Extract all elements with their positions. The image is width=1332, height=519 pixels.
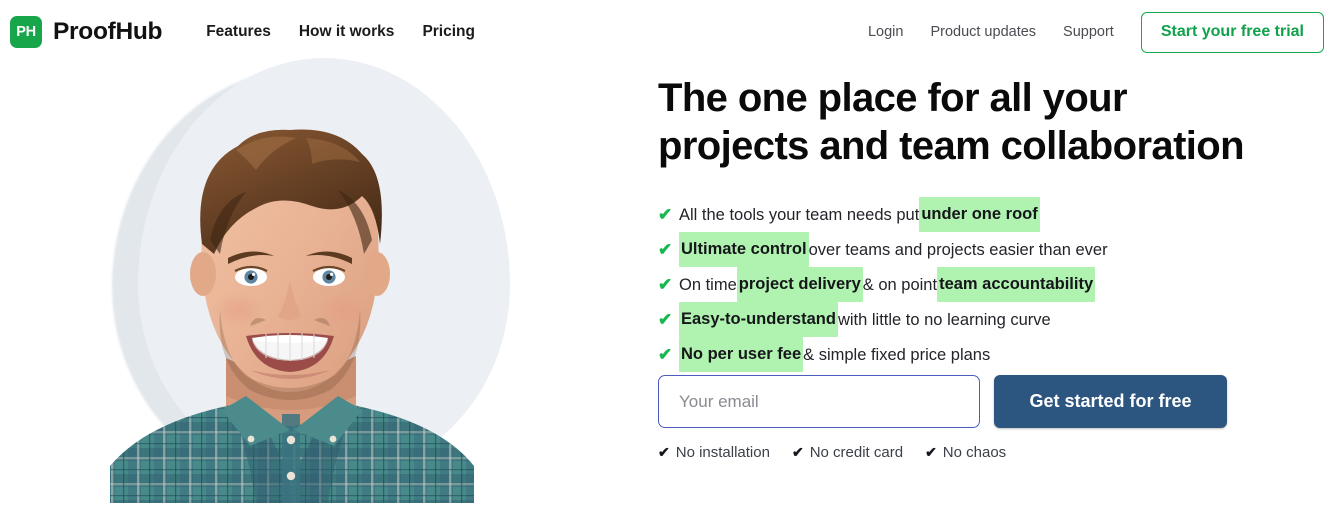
page-title: The one place for all your projects and …: [658, 74, 1283, 170]
get-started-button[interactable]: Get started for free: [994, 375, 1227, 428]
brand-logo[interactable]: PH ProofHub: [10, 16, 163, 48]
benefit-item: ✔ On time project delivery & on point te…: [658, 267, 1298, 302]
nav-item-login[interactable]: Login: [868, 24, 903, 40]
landing-page: PH ProofHub Features How it works Pricin…: [0, 0, 1332, 519]
headline-line-2: projects and team collaboration: [658, 124, 1245, 168]
start-free-trial-button[interactable]: Start your free trial: [1140, 11, 1324, 53]
nav-item-features[interactable]: Features: [206, 23, 271, 41]
brand-wordmark: ProofHub: [53, 18, 163, 45]
nav-item-how-it-works[interactable]: How it works: [299, 23, 395, 41]
check-icon: ✔: [658, 239, 673, 259]
headline-line-1: The one place for all your: [658, 76, 1128, 120]
benefit-item: ✔ All the tools your team needs put unde…: [658, 197, 1298, 232]
primary-navigation: Features How it works Pricing: [206, 23, 475, 41]
benefit-item: ✔ Easy-to-understand with little to no l…: [658, 302, 1298, 337]
assurance-label: No chaos: [942, 444, 1007, 461]
person-illustration: [110, 129, 474, 503]
benefits-list: ✔ All the tools your team needs put unde…: [658, 197, 1298, 372]
proofhub-logo-icon: PH: [10, 16, 42, 48]
check-icon: ✔: [658, 309, 673, 329]
benefit-text-pre: All the tools your team needs put: [679, 205, 920, 224]
secondary-navigation: Login Product updates Support: [868, 24, 1114, 40]
benefit-highlight: project delivery: [736, 267, 863, 302]
check-icon: ✔: [658, 204, 673, 224]
benefit-text-post: & simple fixed price plans: [803, 345, 991, 364]
hero-copy: The one place for all your projects and …: [658, 74, 1298, 372]
assurance-item: ✔ No credit card: [792, 444, 903, 461]
header-right-group: Login Product updates Support Start your…: [868, 11, 1324, 53]
assurances-row: ✔ No installation ✔ No credit card ✔ No …: [658, 444, 1006, 461]
nav-item-product-updates[interactable]: Product updates: [930, 24, 1036, 40]
benefit-item: ✔ Ultimate control over teams and projec…: [658, 232, 1298, 267]
benefit-text-post: over teams and projects easier than ever: [808, 240, 1108, 259]
benefit-text-post: with little to no learning curve: [837, 310, 1051, 329]
benefit-highlight: No per user fee: [679, 337, 804, 372]
signup-form: Get started for free: [658, 375, 1227, 428]
hero-person-photo: [50, 58, 530, 503]
assurance-item: ✔ No installation: [658, 444, 770, 461]
hero-image-area: [0, 58, 600, 504]
check-icon: ✔: [925, 444, 937, 460]
check-icon: ✔: [658, 444, 670, 460]
nav-item-pricing[interactable]: Pricing: [422, 23, 475, 41]
check-icon: ✔: [658, 274, 673, 294]
assurance-label: No credit card: [809, 444, 904, 461]
benefit-highlight: Ultimate control: [679, 232, 809, 267]
benefit-highlight: under one roof: [919, 197, 1040, 232]
benefit-text-pre: On time: [679, 275, 737, 294]
benefit-item: ✔ No per user fee & simple fixed price p…: [658, 337, 1298, 372]
nav-item-support[interactable]: Support: [1063, 24, 1114, 40]
benefit-text-mid: & on point: [862, 275, 938, 294]
assurance-item: ✔ No chaos: [925, 444, 1006, 461]
email-input[interactable]: [658, 375, 980, 428]
benefit-highlight: Easy-to-understand: [679, 302, 838, 337]
check-icon: ✔: [658, 344, 673, 364]
benefit-highlight-2: team accountability: [937, 267, 1096, 302]
assurance-label: No installation: [675, 444, 770, 461]
site-header: PH ProofHub Features How it works Pricin…: [0, 0, 1332, 64]
check-icon: ✔: [791, 444, 804, 460]
